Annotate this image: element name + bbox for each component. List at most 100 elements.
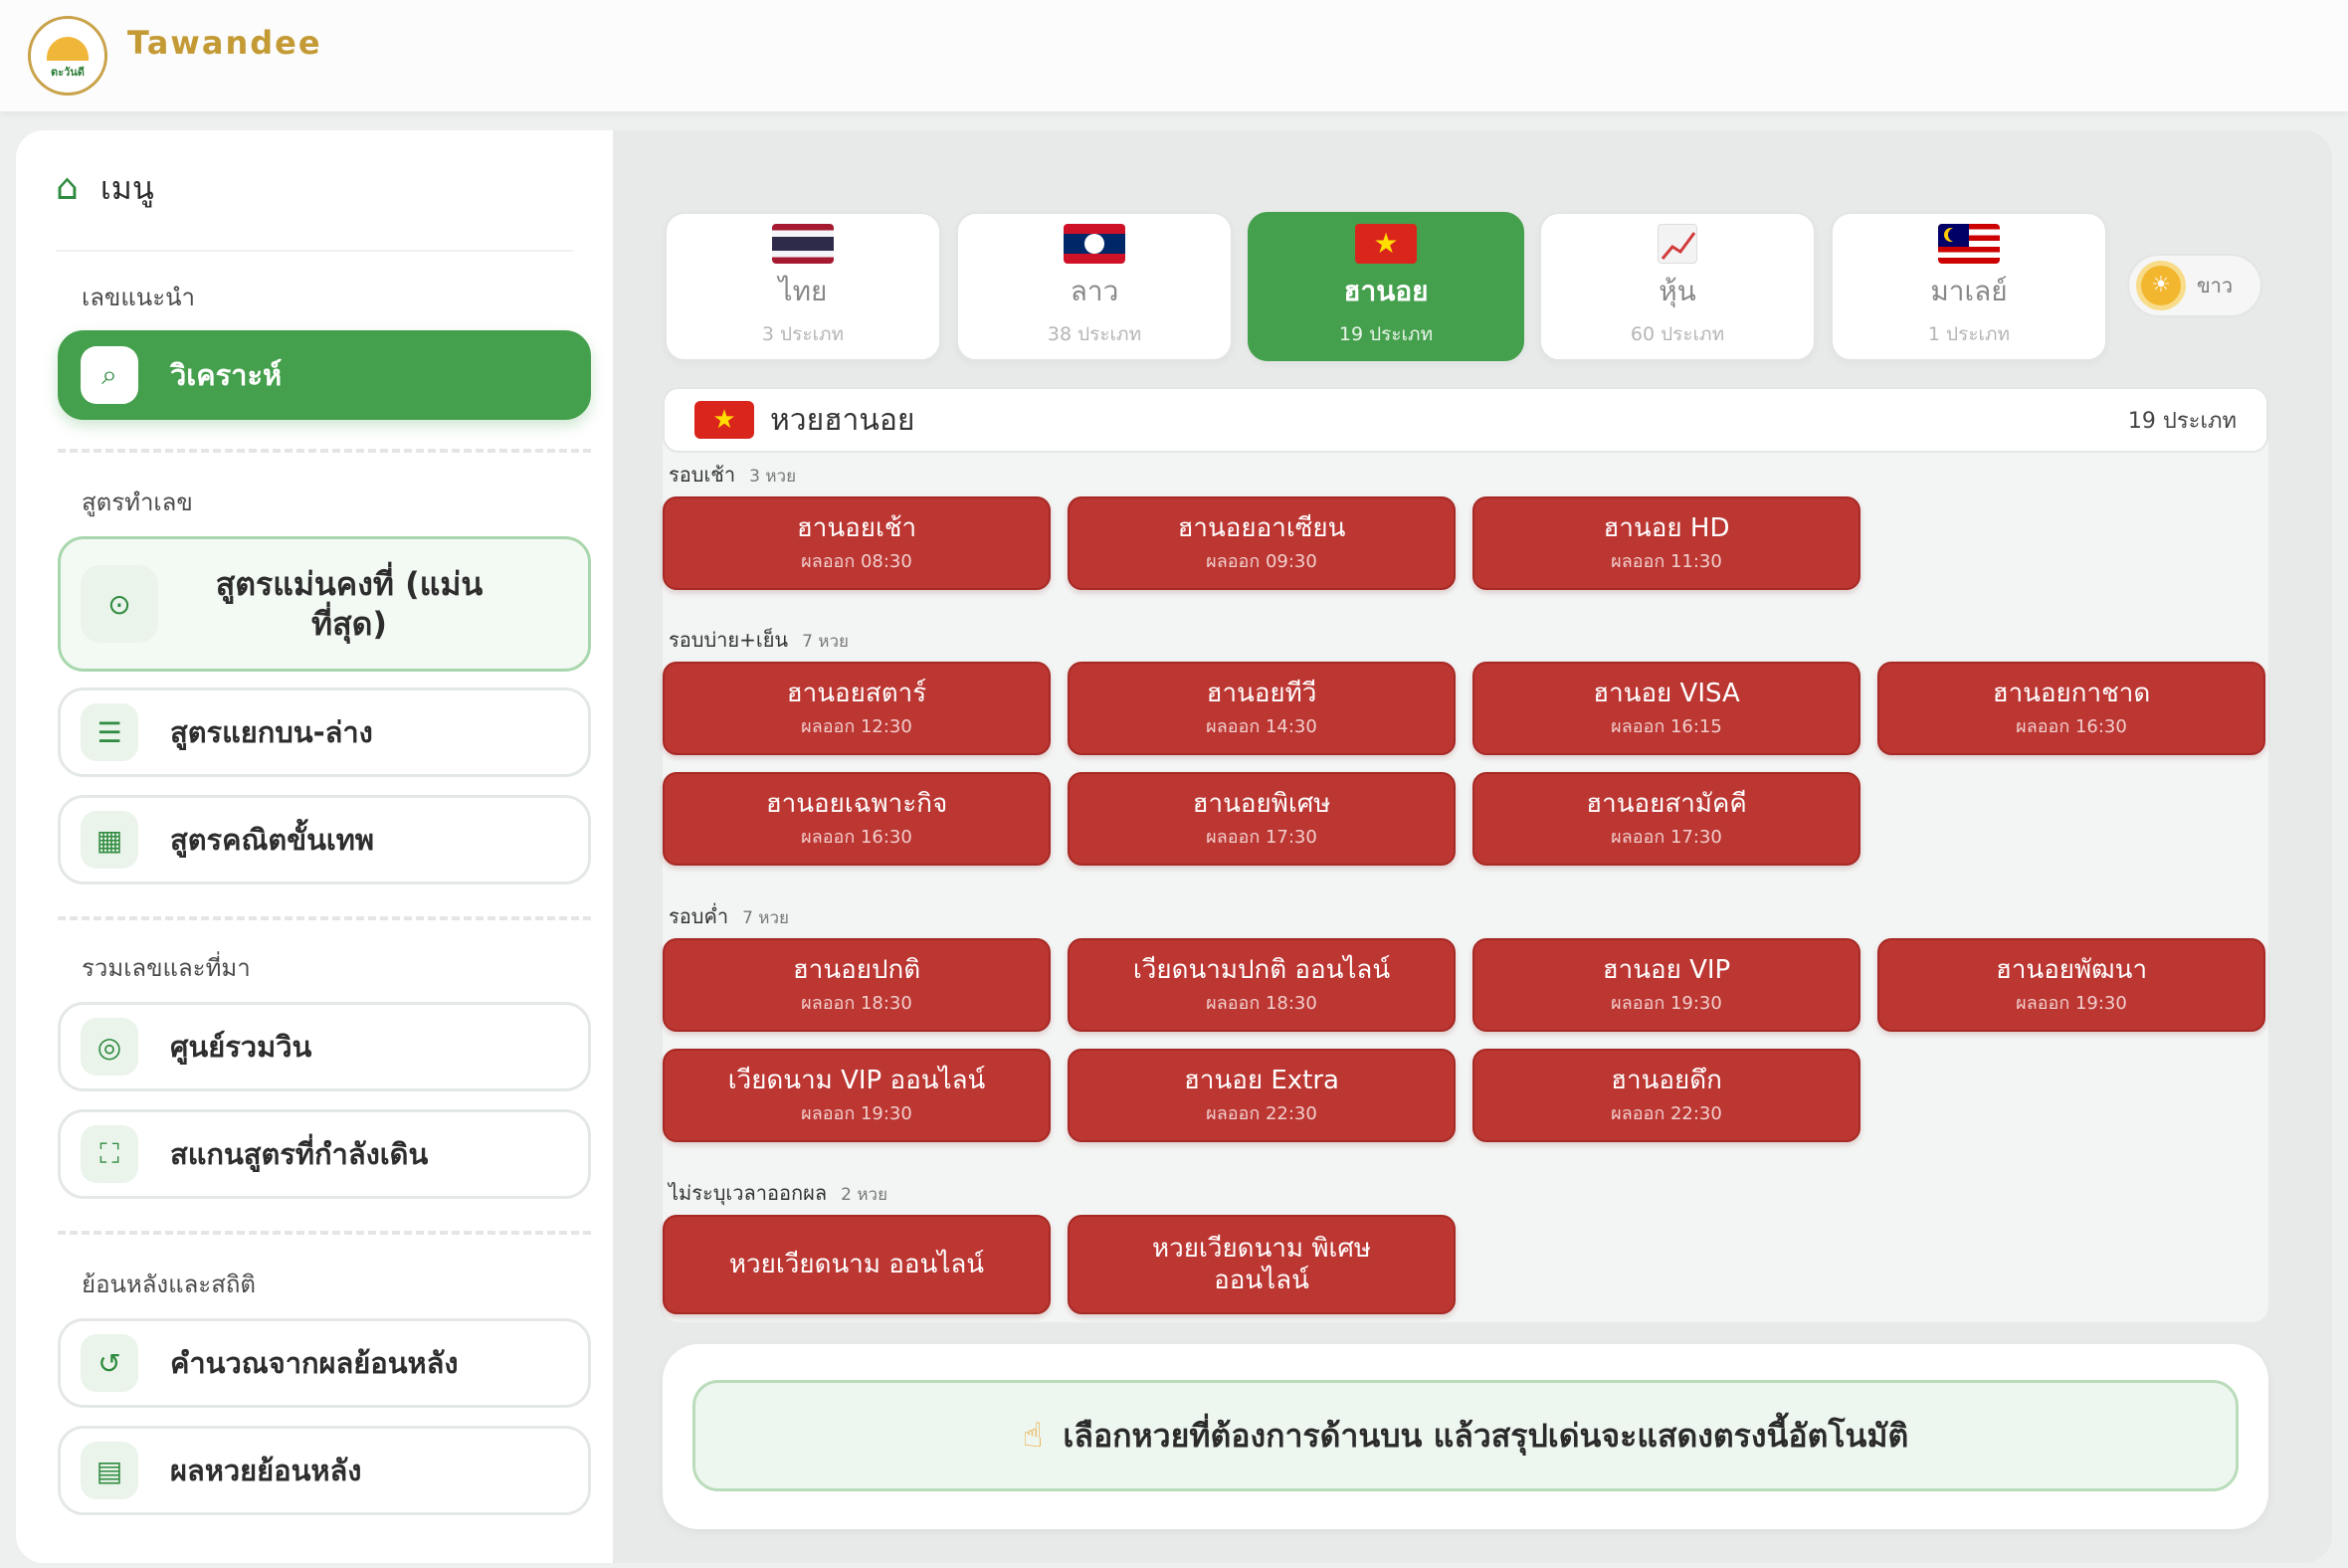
lottery-button[interactable]: ฮานอยเช้า ผลออก 08:30 — [663, 496, 1051, 590]
menu-title: เมนู — [99, 169, 154, 207]
tab-laos[interactable]: ลาว 38 ประเภท — [956, 212, 1233, 361]
lottery-time: ผลออก 08:30 — [801, 550, 912, 572]
group-label-text: รอบบ่าย+เย็น — [669, 628, 789, 652]
tab-count: 60 ประเภท — [1630, 323, 1725, 345]
lottery-name: ฮานอย VISA — [1593, 678, 1740, 708]
lottery-button[interactable]: ฮานอยเฉพาะกิจผลออก 16:30 — [663, 772, 1051, 866]
lottery-time: ผลออก 11:30 — [1611, 550, 1722, 572]
sidebar-item-win-center[interactable]: ◎ ศูนย์รวมวิน — [58, 1002, 591, 1091]
lottery-time: ผลออก 19:30 — [2016, 992, 2127, 1014]
tab-label: หุ้น — [1659, 275, 1696, 307]
divider — [58, 1231, 591, 1235]
brand-name: Tawandee — [127, 24, 322, 62]
tab-hanoi[interactable]: ★ ฮานอย 19 ประเภท — [1248, 212, 1524, 361]
group-count: 3 หวย — [749, 467, 797, 487]
lottery-name: ฮานอยอาเซียน — [1177, 512, 1346, 543]
section-label-formulas: สูตรทำเลข — [82, 489, 193, 516]
lottery-name: เวียดนาม VIP ออนไลน์ — [727, 1065, 986, 1095]
tab-label: ลาว — [1070, 275, 1119, 307]
tab-label: ฮานอย — [1343, 275, 1429, 307]
lottery-button[interactable]: หวยเวียดนาม พิเศษ ออนไลน์ — [1068, 1215, 1456, 1314]
lottery-button[interactable]: ฮานอยดึกผลออก 22:30 — [1472, 1049, 1860, 1142]
sidebar-item-analyze[interactable]: ⌕ วิเคราะห์ — [58, 330, 591, 420]
target-icon: ⊙ — [81, 565, 158, 643]
tab-stocks[interactable]: หุ้น 60 ประเภท — [1539, 212, 1816, 361]
group-count: 7 หวย — [742, 908, 789, 928]
lottery-name: ฮานอยเฉพาะกิจ — [765, 788, 948, 819]
lottery-button[interactable]: ฮานอยทีวี ผลออก 14:30 — [1068, 662, 1456, 755]
panel-header: ★ หวยฮานอย 19 ประเภท — [663, 387, 2268, 453]
sidebar-item-past-results[interactable]: ▤ ผลหวยย้อนหลัง — [58, 1426, 591, 1515]
lottery-button[interactable]: ฮานอย HD ผลออก 11:30 — [1472, 496, 1860, 590]
lottery-time: ผลออก 18:30 — [801, 992, 912, 1014]
group-label-morning: รอบเช้า 3 หวย — [669, 459, 796, 490]
scan-icon: ⛶ — [81, 1125, 138, 1183]
lottery-time: ผลออก 09:30 — [1206, 550, 1317, 572]
vietnam-flag-icon: ★ — [1355, 224, 1417, 264]
lottery-button[interactable]: เวียดนามปกติ ออนไลน์ผลออก 18:30 — [1068, 938, 1456, 1032]
top-bar: ตะวันดี Tawandee — [0, 0, 2348, 111]
laos-flag-icon — [1064, 224, 1125, 264]
lottery-time: ผลออก 16:30 — [801, 826, 912, 848]
sidebar-item-stable-formula[interactable]: ⊙ สูตรแม่นคงที่ (แม่นที่สุด) — [58, 536, 591, 672]
tab-thai[interactable]: ไทย 3 ประเภท — [665, 212, 941, 361]
summary-hint: ☝ เลือกหวยที่ต้องการด้านบน แล้วสรุปเด่นจ… — [692, 1380, 2239, 1491]
lottery-button[interactable]: ฮานอยกาชาด ผลออก 16:30 — [1877, 662, 2265, 755]
lottery-time: ผลออก 22:30 — [1611, 1102, 1722, 1124]
lottery-button[interactable]: ฮานอย VISA ผลออก 16:15 — [1472, 662, 1860, 755]
lottery-name: ฮานอยสามัคคี — [1586, 788, 1747, 819]
lottery-name: ฮานอยดึก — [1611, 1065, 1722, 1095]
lottery-button[interactable]: ฮานอยพิเศษ ผลออก 17:30 — [1068, 772, 1456, 866]
group-label-unspecified: ไม่ระบุเวลาออกผล 2 หวย — [669, 1177, 887, 1209]
tab-label: ไทย — [778, 275, 828, 307]
lottery-name: เวียดนามปกติ ออนไลน์ — [1132, 954, 1391, 985]
vietnam-flag-icon: ★ — [694, 401, 754, 439]
lottery-time: ผลออก 18:30 — [1206, 992, 1317, 1014]
lottery-name: ฮานอยพัฒนา — [1995, 954, 2148, 985]
group-label-text: รอบเช้า — [669, 463, 736, 487]
lottery-button[interactable]: ฮานอยปกติ ผลออก 18:30 — [663, 938, 1051, 1032]
lottery-button[interactable]: ฮานอยสามัคคีผลออก 17:30 — [1472, 772, 1860, 866]
menu-header: ⌂ เมนู — [56, 166, 573, 252]
lottery-name: ฮานอยสตาร์ — [786, 678, 927, 708]
home-icon[interactable]: ⌂ — [56, 166, 79, 210]
sidebar-item-label: สูตรแยกบน-ล่าง — [170, 715, 373, 749]
panel-title: หวยฮานอย — [770, 402, 915, 438]
theme-toggle[interactable]: ☀ ขาว — [2127, 254, 2262, 317]
divider — [58, 916, 591, 920]
group-label-text: รอบค่ำ — [669, 904, 729, 928]
lottery-time: ผลออก 19:30 — [801, 1102, 912, 1124]
lottery-button[interactable]: หวยเวียดนาม ออนไลน์ — [663, 1215, 1051, 1314]
panel-count: 19 ประเภท — [2127, 408, 2237, 434]
sidebar-item-history-calc[interactable]: ↺ คำนวณจากผลย้อนหลัง — [58, 1318, 591, 1408]
chart-icon — [1658, 224, 1697, 264]
lottery-time: ผลออก 19:30 — [1611, 992, 1722, 1014]
lottery-button[interactable]: ฮานอย VIP ผลออก 19:30 — [1472, 938, 1860, 1032]
pointing-hand-icon: ☝ — [1022, 1416, 1044, 1456]
tab-malaysia[interactable]: มาเลย์ 1 ประเภท — [1831, 212, 2107, 361]
lottery-button[interactable]: ฮานอยอาเซียนผลออก 09:30 — [1068, 496, 1456, 590]
calculator-icon: ▦ — [81, 811, 138, 869]
lottery-button[interactable]: ฮานอยพัฒนาผลออก 19:30 — [1877, 938, 2265, 1032]
brand-logo[interactable]: ตะวันดี — [28, 16, 107, 96]
lottery-button[interactable]: ฮานอยสตาร์ ผลออก 12:30 — [663, 662, 1051, 755]
group-count: 2 หวย — [841, 1185, 888, 1205]
lottery-name: หวยเวียดนาม ออนไลน์ — [728, 1250, 985, 1279]
sidebar-item-label: คำนวณจากผลย้อนหลัง — [170, 1346, 459, 1380]
sidebar-item-label: สูตรคณิตขั้นเทพ — [170, 823, 375, 857]
sidebar-item-scan-formula[interactable]: ⛶ สแกนสูตรที่กำลังเดิน — [58, 1109, 591, 1199]
lottery-name: ฮานอยพิเศษ — [1192, 788, 1331, 819]
lottery-name: ฮานอยทีวี — [1206, 678, 1317, 708]
lottery-button[interactable]: เวียดนาม VIP ออนไลน์ผลออก 19:30 — [663, 1049, 1051, 1142]
lottery-button[interactable]: ฮานอย Extra ผลออก 22:30 — [1068, 1049, 1456, 1142]
sidebar: ⌂ เมนู เลขแนะนำ ⌕ วิเคราะห์ สูตรทำเลข ⊙ … — [16, 130, 613, 1563]
tab-label: มาเลย์ — [1930, 275, 2008, 307]
group-label-text: ไม่ระบุเวลาออกผล — [669, 1181, 828, 1205]
summary-message: เลือกหวยที่ต้องการด้านบน แล้วสรุปเด่นจะแ… — [1063, 1416, 1909, 1455]
sidebar-item-label: สแกนสูตรที่กำลังเดิน — [170, 1137, 429, 1171]
lottery-time: ผลออก 17:30 — [1611, 826, 1722, 848]
sidebar-item-label: ศูนย์รวมวิน — [170, 1030, 312, 1064]
sidebar-item-math-formula[interactable]: ▦ สูตรคณิตขั้นเทพ — [58, 795, 591, 884]
lottery-name: หวยเวียดนาม พิเศษ ออนไลน์ — [1151, 1234, 1372, 1295]
sidebar-item-split-formula[interactable]: ☰ สูตรแยกบน-ล่าง — [58, 687, 591, 777]
